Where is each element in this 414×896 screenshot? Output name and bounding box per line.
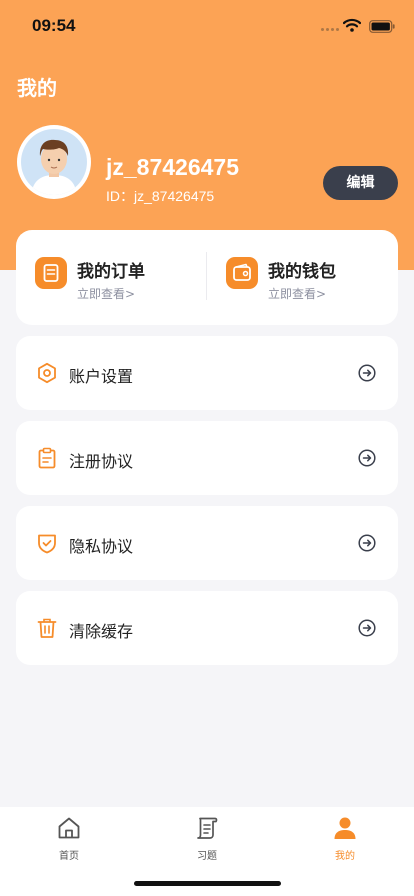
edit-profile-button[interactable]: 编辑 xyxy=(323,166,398,200)
arrow-right-icon xyxy=(358,619,376,637)
tab-label: 习题 xyxy=(197,851,217,862)
menu-item-registration-agreement[interactable]: 注册协议 xyxy=(16,421,398,495)
user-icon xyxy=(332,815,358,841)
signal-dots-icon xyxy=(321,28,341,32)
my-wallet-subtitle: 立即查看> xyxy=(268,287,327,301)
wifi-icon xyxy=(342,17,362,32)
arrow-right-icon xyxy=(358,449,376,467)
menu-label: 隐私协议 xyxy=(69,537,134,556)
my-wallet-link[interactable]: 我的钱包 立即查看> xyxy=(207,230,398,325)
username: jz_87426475 xyxy=(106,154,240,180)
menu-item-privacy-agreement[interactable]: 隐私协议 xyxy=(16,506,398,580)
trash-icon xyxy=(36,617,58,639)
menu-label: 清除缓存 xyxy=(69,622,134,641)
home-indicator xyxy=(134,881,281,886)
status-time: 09:54 xyxy=(32,16,76,35)
tab-label: 我的 xyxy=(335,851,355,862)
settings-icon xyxy=(36,362,58,384)
clipboard-icon xyxy=(36,447,58,469)
tab-home[interactable]: 首页 xyxy=(0,807,138,867)
order-icon xyxy=(35,257,67,289)
tab-exercises[interactable]: 习题 xyxy=(138,807,276,867)
arrow-right-icon xyxy=(358,364,376,382)
arrow-right-icon xyxy=(358,534,376,552)
scroll-icon xyxy=(194,815,220,841)
home-icon xyxy=(56,815,82,841)
wallet-icon xyxy=(226,257,258,289)
my-wallet-title: 我的钱包 xyxy=(268,262,336,282)
my-orders-link[interactable]: 我的订单 立即查看> xyxy=(16,230,207,325)
menu-item-account-settings[interactable]: 账户设置 xyxy=(16,336,398,410)
quick-links-card: 我的订单 立即查看> 我的钱包 立即查看> xyxy=(16,230,398,325)
avatar[interactable] xyxy=(17,125,91,199)
menu-label: 注册协议 xyxy=(69,452,134,471)
shield-icon xyxy=(36,532,58,554)
menu-item-clear-cache[interactable]: 清除缓存 xyxy=(16,591,398,665)
battery-icon xyxy=(369,18,395,33)
menu-label: 账户设置 xyxy=(69,367,134,386)
my-orders-subtitle: 立即查看> xyxy=(77,287,136,301)
my-orders-title: 我的订单 xyxy=(77,262,145,282)
page-title: 我的 xyxy=(17,76,57,100)
user-id: ID：jz_87426475 xyxy=(106,188,215,204)
status-bar: 09:54 xyxy=(0,0,414,50)
tab-mine[interactable]: 我的 xyxy=(276,807,414,867)
tab-label: 首页 xyxy=(59,851,79,862)
